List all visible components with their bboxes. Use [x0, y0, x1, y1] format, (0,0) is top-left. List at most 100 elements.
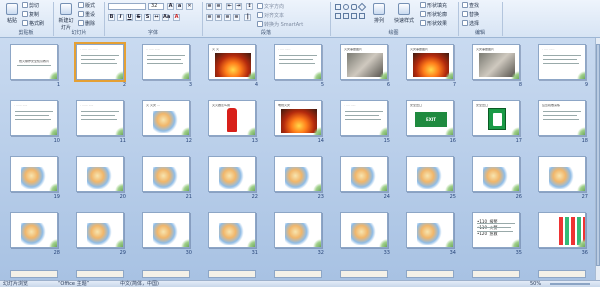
char-spacing-button[interactable]: ↔ [153, 14, 160, 21]
delete-slide-button[interactable]: 删除 [78, 20, 95, 28]
slide-thumbnail[interactable] [274, 212, 322, 248]
slide-thumbnail[interactable] [208, 156, 256, 192]
italic-button[interactable]: I [117, 14, 124, 21]
slide-thumbnail[interactable]: · ······ ····· [10, 100, 58, 136]
slide-thumbnail[interactable] [10, 156, 58, 192]
slide-thumbnail[interactable]: · ···· ······ [274, 44, 322, 80]
shape-fill-button[interactable]: 形状填充 [420, 2, 447, 10]
slide-thumbnail[interactable] [340, 212, 388, 248]
slide-thumbnail[interactable] [472, 270, 520, 278]
language-status[interactable]: 中文(简体，中国) [120, 281, 159, 287]
slide-thumbnail[interactable] [142, 156, 190, 192]
slide-thumbnail[interactable] [76, 270, 124, 278]
quick-styles-button[interactable]: 快速样式 [392, 2, 416, 28]
slide-thumbnail[interactable]: 应急疏散演练 [538, 100, 586, 136]
slide-thumbnail[interactable] [142, 212, 190, 248]
slide-thumbnail[interactable]: · ···· ······ [538, 44, 586, 80]
select-button[interactable]: 选择 [462, 20, 479, 28]
reset-button[interactable]: 重设 [78, 11, 95, 19]
numbering-button[interactable]: ≡ [215, 3, 222, 10]
copy-button[interactable]: 复制 [22, 11, 39, 19]
slide-thumbnail[interactable] [472, 156, 520, 192]
slide-thumbnail[interactable] [274, 156, 322, 192]
star-shape-icon[interactable] [351, 13, 357, 19]
align-right-button[interactable]: ≡ [224, 14, 231, 21]
format-painter-button[interactable]: 格式刷 [22, 20, 44, 28]
slide-thumbnail[interactable]: •110 报警 •119 火警 •120 急救 [472, 212, 520, 248]
slide-thumbnail[interactable]: 安全出口 [472, 100, 520, 136]
bold-button[interactable]: B [108, 14, 115, 21]
find-button[interactable]: 查找 [462, 2, 479, 10]
change-case-button[interactable]: Aa [162, 14, 170, 21]
grow-font-button[interactable]: A [167, 3, 174, 10]
oval-shape-icon[interactable] [343, 4, 349, 10]
shadow-button[interactable]: S [144, 14, 151, 21]
slide-thumbnail[interactable]: 火 火 [208, 44, 256, 80]
slide-thumbnail[interactable]: 火 火灾 … [142, 100, 190, 136]
slide-thumbnail[interactable] [538, 270, 586, 278]
slide-thumbnail[interactable]: 安全出口 EXIT [406, 100, 454, 136]
slide-thumbnail[interactable]: 火灾事故图片 [340, 44, 388, 80]
slide-thumbnail[interactable] [340, 270, 388, 278]
arrow-shape-icon[interactable] [335, 13, 341, 19]
slide-thumbnail[interactable] [10, 270, 58, 278]
slide-thumbnail[interactable]: 电线火灾 [274, 100, 322, 136]
slide-thumbnail[interactable] [274, 270, 322, 278]
slide-thumbnail[interactable]: · ······ ····· [76, 100, 124, 136]
slide-thumbnail[interactable]: · ···· ····· [340, 100, 388, 136]
line-shape-icon[interactable] [343, 13, 349, 19]
slide-thumbnail[interactable] [208, 212, 256, 248]
slide-thumbnail[interactable] [538, 212, 586, 248]
align-left-button[interactable]: ≡ [206, 14, 213, 21]
slide-thumbnail[interactable] [76, 156, 124, 192]
slide-thumbnail[interactable] [406, 156, 454, 192]
rect-shape-icon[interactable] [335, 4, 341, 10]
decrease-indent-button[interactable]: ⇤ [226, 3, 233, 10]
increase-indent-button[interactable]: ⇥ [235, 3, 242, 10]
slide-thumbnail[interactable] [406, 212, 454, 248]
shape-outline-button[interactable]: 形状轮廓 [420, 11, 447, 19]
slide-thumbnail[interactable]: ·· ····· ······ [142, 44, 190, 80]
slide-thumbnail[interactable] [142, 270, 190, 278]
align-center-button[interactable]: ≡ [215, 14, 222, 21]
font-name-combo[interactable] [108, 3, 146, 10]
text-direction-button[interactable]: 文字方向 [257, 3, 284, 11]
slide-thumbnail[interactable] [208, 270, 256, 278]
clear-format-button[interactable]: ✕ [186, 3, 193, 10]
slide-thumbnail[interactable]: 燃火爆炸安全知识教育 [10, 44, 58, 80]
zoom-level[interactable]: 50% [530, 281, 541, 287]
shape-effects-button[interactable]: 形状效果 [420, 20, 447, 28]
replace-button[interactable]: 替换 [462, 11, 479, 19]
scrollbar-thumb[interactable] [596, 44, 600, 266]
slide-thumbnail[interactable]: · ····· ····· ····· [74, 42, 126, 82]
callout-shape-icon[interactable] [359, 13, 365, 19]
bullets-button[interactable]: ≡ [206, 3, 213, 10]
underline-button[interactable]: U [126, 14, 133, 21]
slide-thumbnail[interactable] [340, 156, 388, 192]
shrink-font-button[interactable]: a [176, 3, 183, 10]
slide-thumbnail[interactable] [406, 270, 454, 278]
cut-button[interactable]: 剪切 [22, 2, 39, 10]
slide-thumbnail[interactable]: 灭火器怎么用 [208, 100, 256, 136]
justify-button[interactable]: ≡ [233, 14, 240, 21]
columns-button[interactable]: ║ [244, 14, 251, 21]
slide-thumbnail[interactable] [538, 156, 586, 192]
slide-thumbnail[interactable]: 火灾事故图片 [472, 44, 520, 80]
font-size-combo[interactable]: 32 [148, 3, 164, 10]
diamond-shape-icon[interactable] [357, 2, 367, 12]
layout-button[interactable]: 版式 [78, 2, 95, 10]
align-text-button[interactable]: 对齐文本 [257, 12, 284, 20]
zoom-slider[interactable] [550, 283, 590, 285]
font-color-button[interactable]: A [173, 14, 180, 21]
rounded-rect-icon[interactable] [351, 4, 357, 10]
slide-thumbnail[interactable] [10, 212, 58, 248]
convert-smartart-button[interactable]: 转换为 SmartArt [257, 21, 303, 29]
slide-thumbnail[interactable] [76, 212, 124, 248]
strikethrough-button[interactable]: S [135, 14, 142, 21]
slide-thumbnail[interactable]: 火灾事故图片 [406, 44, 454, 80]
new-slide-button[interactable]: 新建幻灯片 [57, 2, 75, 31]
vertical-scrollbar[interactable] [595, 38, 600, 280]
arrange-button[interactable]: 排列 [370, 2, 388, 28]
line-spacing-button[interactable]: ↕ [246, 3, 253, 10]
paste-button[interactable]: 粘贴 [3, 2, 21, 28]
